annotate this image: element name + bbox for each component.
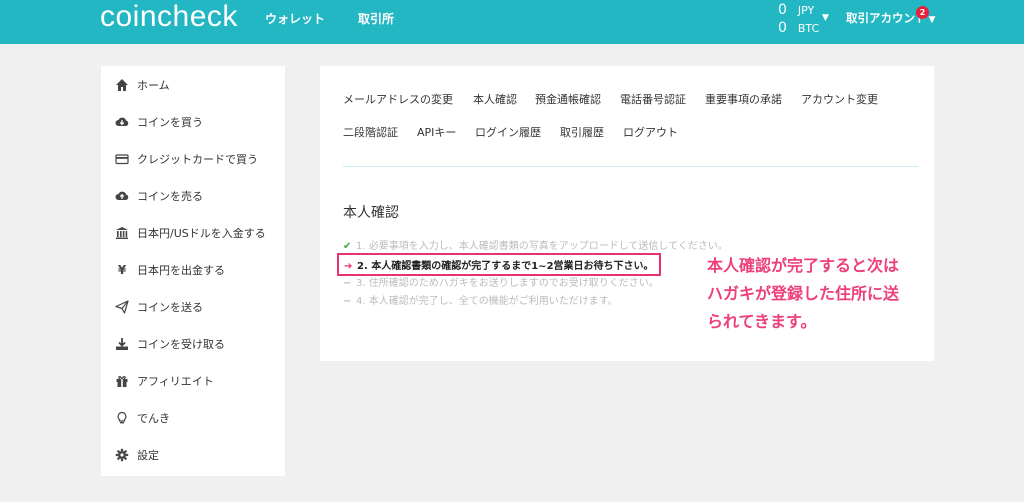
sidebar-item-receive-coin[interactable]: コインを受け取る bbox=[101, 326, 285, 362]
balance-jpy: 0 JPY bbox=[778, 2, 814, 18]
page-title: 本人確認 bbox=[343, 205, 399, 221]
sidebar-item-label: アフィリエイト bbox=[137, 375, 214, 388]
tab-email-change[interactable]: メールアドレスの変更 bbox=[343, 91, 453, 107]
sidebar: ホーム コインを買う クレジットカードで買う コインを売る 日本円/USドルを入… bbox=[101, 66, 285, 476]
step-item-pending: −4. 本人確認が完了し、全ての機能がご利用いただけます。 bbox=[343, 292, 618, 307]
tab-logout[interactable]: ログアウト bbox=[623, 124, 678, 140]
sidebar-item-label: コインを売る bbox=[137, 190, 203, 203]
sidebar-item-sell-coin[interactable]: コインを売る bbox=[101, 178, 285, 214]
sidebar-item-deposit[interactable]: 日本円/USドルを入金する bbox=[101, 215, 285, 251]
gear-icon bbox=[115, 448, 129, 462]
sidebar-item-withdraw[interactable]: ¥ 日本円を出金する bbox=[101, 252, 285, 288]
tab-two-factor[interactable]: 二段階認証 bbox=[343, 124, 398, 140]
balance-dropdown-caret-icon[interactable]: ▼ bbox=[822, 13, 829, 23]
tab-bankbook-check[interactable]: 預金通帳確認 bbox=[535, 91, 601, 107]
gift-icon bbox=[115, 374, 129, 388]
step-text: 4. 本人確認が完了し、全ての機能がご利用いただけます。 bbox=[356, 296, 618, 307]
balance-jpy-amount: 0 bbox=[778, 2, 787, 18]
annotation-line: られてきます。 bbox=[707, 312, 817, 331]
dash-icon: − bbox=[343, 296, 352, 307]
sidebar-item-label: コインを送る bbox=[137, 301, 203, 314]
balance-btc-currency: BTC bbox=[797, 22, 820, 35]
step-text: 1. 必要事項を入力し、本人確認書類の写真をアップロードして送信してください。 bbox=[356, 241, 728, 252]
arrow-right-icon: ➔ bbox=[344, 261, 353, 272]
sidebar-item-label: クレジットカードで買う bbox=[137, 153, 258, 166]
download-tray-icon bbox=[115, 337, 129, 351]
check-icon: ✔ bbox=[343, 241, 352, 252]
tab-login-history[interactable]: ログイン履歴 bbox=[475, 124, 541, 140]
step-item-current: ➔ 2. 本人確認書類の確認が完了するまで1~2営業日お待ち下さい。 bbox=[337, 253, 661, 276]
sidebar-item-label: 日本円/USドルを入金する bbox=[137, 227, 266, 240]
tab-account-change[interactable]: アカウント変更 bbox=[801, 91, 878, 107]
lightbulb-icon bbox=[115, 411, 129, 425]
sidebar-item-label: ホーム bbox=[137, 79, 170, 92]
balance-btc-amount: 0 bbox=[778, 20, 787, 36]
account-label: 取引アカウント bbox=[846, 11, 927, 25]
cloud-download-icon bbox=[115, 115, 129, 129]
dash-icon: − bbox=[343, 278, 352, 289]
top-header: coincheck ウォレット 取引所 0 JPY 0 BTC ▼ 取引アカウン… bbox=[0, 0, 1024, 44]
step-item-pending: −3. 住所確認のためハガキをお送りしますのでお受け取りください。 bbox=[343, 274, 659, 289]
sidebar-item-buy-coin[interactable]: コインを買う bbox=[101, 104, 285, 140]
nav-wallet[interactable]: ウォレット bbox=[265, 10, 325, 27]
credit-card-icon bbox=[115, 152, 129, 166]
tab-api-key[interactable]: APIキー bbox=[417, 124, 456, 140]
balance-jpy-currency: JPY bbox=[797, 4, 815, 17]
logo[interactable]: coincheck bbox=[100, 0, 238, 34]
home-icon bbox=[115, 78, 129, 92]
tab-important-terms[interactable]: 重要事項の承諾 bbox=[705, 91, 782, 107]
sidebar-item-label: コインを買う bbox=[137, 116, 203, 129]
annotation-line: 本人確認が完了すると次は bbox=[707, 256, 900, 275]
sidebar-item-credit-card[interactable]: クレジットカードで買う bbox=[101, 141, 285, 177]
step-text: 2. 本人確認書類の確認が完了するまで1~2営業日お待ち下さい。 bbox=[357, 261, 654, 272]
annotation-line: ハガキが登録した住所に送 bbox=[707, 284, 900, 303]
step-item-done: ✔ 1. 必要事項を入力し、本人確認書類の写真をアップロードして送信してください。 bbox=[343, 237, 728, 252]
sidebar-item-label: でんき bbox=[137, 412, 170, 425]
tab-phone-verification[interactable]: 電話番号認証 bbox=[620, 91, 686, 107]
sidebar-item-label: 設定 bbox=[137, 449, 159, 462]
step-text: 3. 住所確認のためハガキをお送りしますのでお受け取りください。 bbox=[356, 278, 659, 289]
yen-icon: ¥ bbox=[117, 263, 127, 277]
annotation-note: 本人確認が完了すると次は ハガキが登録した住所に送 られてきます。 bbox=[707, 252, 899, 336]
sidebar-item-send-coin[interactable]: コインを送る bbox=[101, 289, 285, 325]
paper-plane-icon bbox=[115, 300, 129, 314]
sidebar-item-label: コインを受け取る bbox=[137, 338, 225, 351]
tab-trade-history[interactable]: 取引履歴 bbox=[560, 124, 604, 140]
balance-btc: 0 BTC bbox=[778, 20, 819, 36]
sidebar-item-label: 日本円を出金する bbox=[137, 264, 225, 277]
sidebar-item-affiliate[interactable]: アフィリエイト bbox=[101, 363, 285, 399]
tab-identity-verification[interactable]: 本人確認 bbox=[473, 91, 517, 107]
cloud-upload-icon bbox=[115, 189, 129, 203]
nav-trade[interactable]: 取引所 bbox=[358, 10, 394, 27]
sidebar-item-home[interactable]: ホーム bbox=[101, 67, 285, 103]
bank-icon bbox=[115, 226, 129, 240]
account-caret-icon: ▼ bbox=[928, 15, 936, 25]
tabs-divider bbox=[343, 166, 918, 167]
sidebar-item-electricity[interactable]: でんき bbox=[101, 400, 285, 436]
sidebar-item-settings[interactable]: 設定 bbox=[101, 437, 285, 473]
notification-badge[interactable]: 2 bbox=[916, 6, 929, 19]
